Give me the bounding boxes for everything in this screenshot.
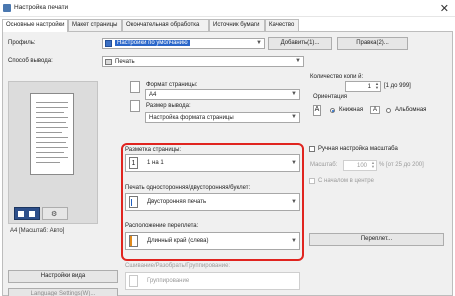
- page-format-label: Формат страницы:: [146, 82, 198, 88]
- chevron-down-icon: ▼: [291, 91, 297, 97]
- output-size-label: Размер вывода:: [146, 103, 191, 109]
- tab-paper-source[interactable]: Источник бумаги: [209, 19, 265, 31]
- chevron-down-icon: ▼: [291, 238, 297, 244]
- page-icon: [29, 211, 35, 217]
- center-origin-label: С началом в центре: [318, 178, 374, 184]
- copies-stepper[interactable]: 1 ▲ ▼: [345, 81, 381, 92]
- duplex-value: Двусторонняя печать: [147, 199, 207, 205]
- printer-icon: [105, 59, 112, 65]
- chevron-down-icon: ▼: [256, 40, 262, 46]
- page-format-dropdown[interactable]: A4 ▼: [145, 89, 300, 100]
- close-icon[interactable]: ✕: [440, 2, 449, 15]
- profile-label: Профиль:: [8, 40, 36, 46]
- preview-page: [30, 93, 74, 175]
- copies-label: Количество копи й:: [310, 74, 364, 80]
- chevron-down-icon: ▼: [295, 58, 301, 64]
- collate-icon: [129, 275, 138, 287]
- landscape-icon: A: [370, 106, 380, 114]
- page-format-icon: [130, 81, 140, 93]
- copies-value: 1: [367, 84, 371, 90]
- profile-value: Настройки по умолчанию: [115, 40, 190, 46]
- duplex-preview-toggle[interactable]: [14, 207, 40, 220]
- stepper-arrows-icon[interactable]: ▲ ▼: [371, 161, 375, 169]
- profile-icon: [105, 40, 112, 47]
- duplex-label: Печать односторонняя/двусторонняя/буклет…: [125, 185, 251, 191]
- duplex-dropdown[interactable]: Двусторонняя печать ▼: [125, 193, 300, 211]
- printer-app-icon: [3, 4, 11, 12]
- binding-location-dropdown[interactable]: Длинный край (слева) ▼: [125, 232, 300, 250]
- language-settings-button[interactable]: Language Settings(W)...: [8, 288, 118, 296]
- output-method-label: Способ вывода:: [8, 58, 53, 64]
- scale-range: % [от 25 до 200]: [379, 162, 424, 168]
- collate-value: Группирование: [147, 278, 190, 284]
- stepper-arrows-icon[interactable]: ▲ ▼: [375, 82, 379, 90]
- collate-dropdown[interactable]: Группирование: [125, 272, 300, 290]
- collate-label: Сшивание/Разобрать/Группирование:: [125, 263, 231, 269]
- preview-caption: A4 [Масштаб: Авто]: [10, 228, 65, 234]
- orientation-label: Ориентация: [313, 94, 348, 100]
- add-profile-button[interactable]: Добавить(1)...: [268, 37, 332, 50]
- scale-value: 100: [356, 163, 367, 169]
- portrait-label: Книжная: [339, 107, 364, 113]
- profile-dropdown[interactable]: Настройки по умолчанию ▼: [102, 38, 265, 49]
- portrait-radio[interactable]: [330, 108, 335, 113]
- output-method-dropdown[interactable]: Печать ▼: [102, 56, 304, 67]
- output-size-value: Настройка формата страницы: [149, 115, 234, 121]
- preview-settings-toggle[interactable]: ⚙: [42, 207, 68, 220]
- landscape-radio[interactable]: [386, 108, 391, 113]
- chevron-down-icon: ▼: [291, 114, 297, 120]
- wrench-icon: ⚙: [51, 211, 58, 218]
- tab-basic-settings[interactable]: Основные настройки: [2, 19, 68, 32]
- landscape-label: Альбомная: [395, 107, 427, 113]
- scale-stepper[interactable]: 100 ▲ ▼: [343, 160, 377, 171]
- scale-label: Масштаб:: [310, 162, 338, 168]
- page-layout-icon: 1: [129, 157, 138, 169]
- binding-location-label: Расположение переплета:: [125, 223, 199, 229]
- edit-profile-button[interactable]: Правка(2)...: [337, 37, 408, 50]
- center-origin-checkbox[interactable]: [309, 178, 315, 184]
- page-layout-label: Разметка страницы:: [125, 147, 182, 153]
- output-size-icon: [130, 100, 140, 112]
- binding-icon: [129, 235, 138, 247]
- output-size-dropdown[interactable]: Настройка формата страницы ▼: [145, 112, 300, 123]
- window-title: Настройка печати: [14, 4, 69, 11]
- duplex-icon: [129, 196, 138, 208]
- tab-finishing[interactable]: Окончательная обработка: [122, 19, 209, 31]
- page-icon: [18, 211, 24, 217]
- chevron-down-icon: ▼: [291, 160, 297, 166]
- page-layout-value: 1 на 1: [147, 160, 164, 166]
- binding-location-value: Длинный край (слева): [147, 238, 209, 244]
- page-layout-dropdown[interactable]: 1 1 на 1 ▼: [125, 154, 300, 172]
- manual-scaling-checkbox[interactable]: [309, 146, 315, 152]
- manual-scaling-label: Ручная настройка масштаба: [318, 146, 398, 152]
- output-method-value: Печать: [115, 59, 135, 65]
- chevron-down-icon: ▼: [291, 199, 297, 205]
- page-format-value: A4: [149, 92, 157, 98]
- copies-range: [1 до 999]: [384, 83, 411, 89]
- tab-quality[interactable]: Качество: [265, 19, 299, 31]
- view-settings-button[interactable]: Настройки вида: [8, 270, 118, 283]
- binding-button[interactable]: Переплет...: [309, 233, 444, 246]
- title-bar: Настройка печати ✕: [0, 0, 455, 17]
- portrait-icon: A: [313, 105, 321, 116]
- tab-page-layout[interactable]: Макет страницы: [68, 19, 122, 31]
